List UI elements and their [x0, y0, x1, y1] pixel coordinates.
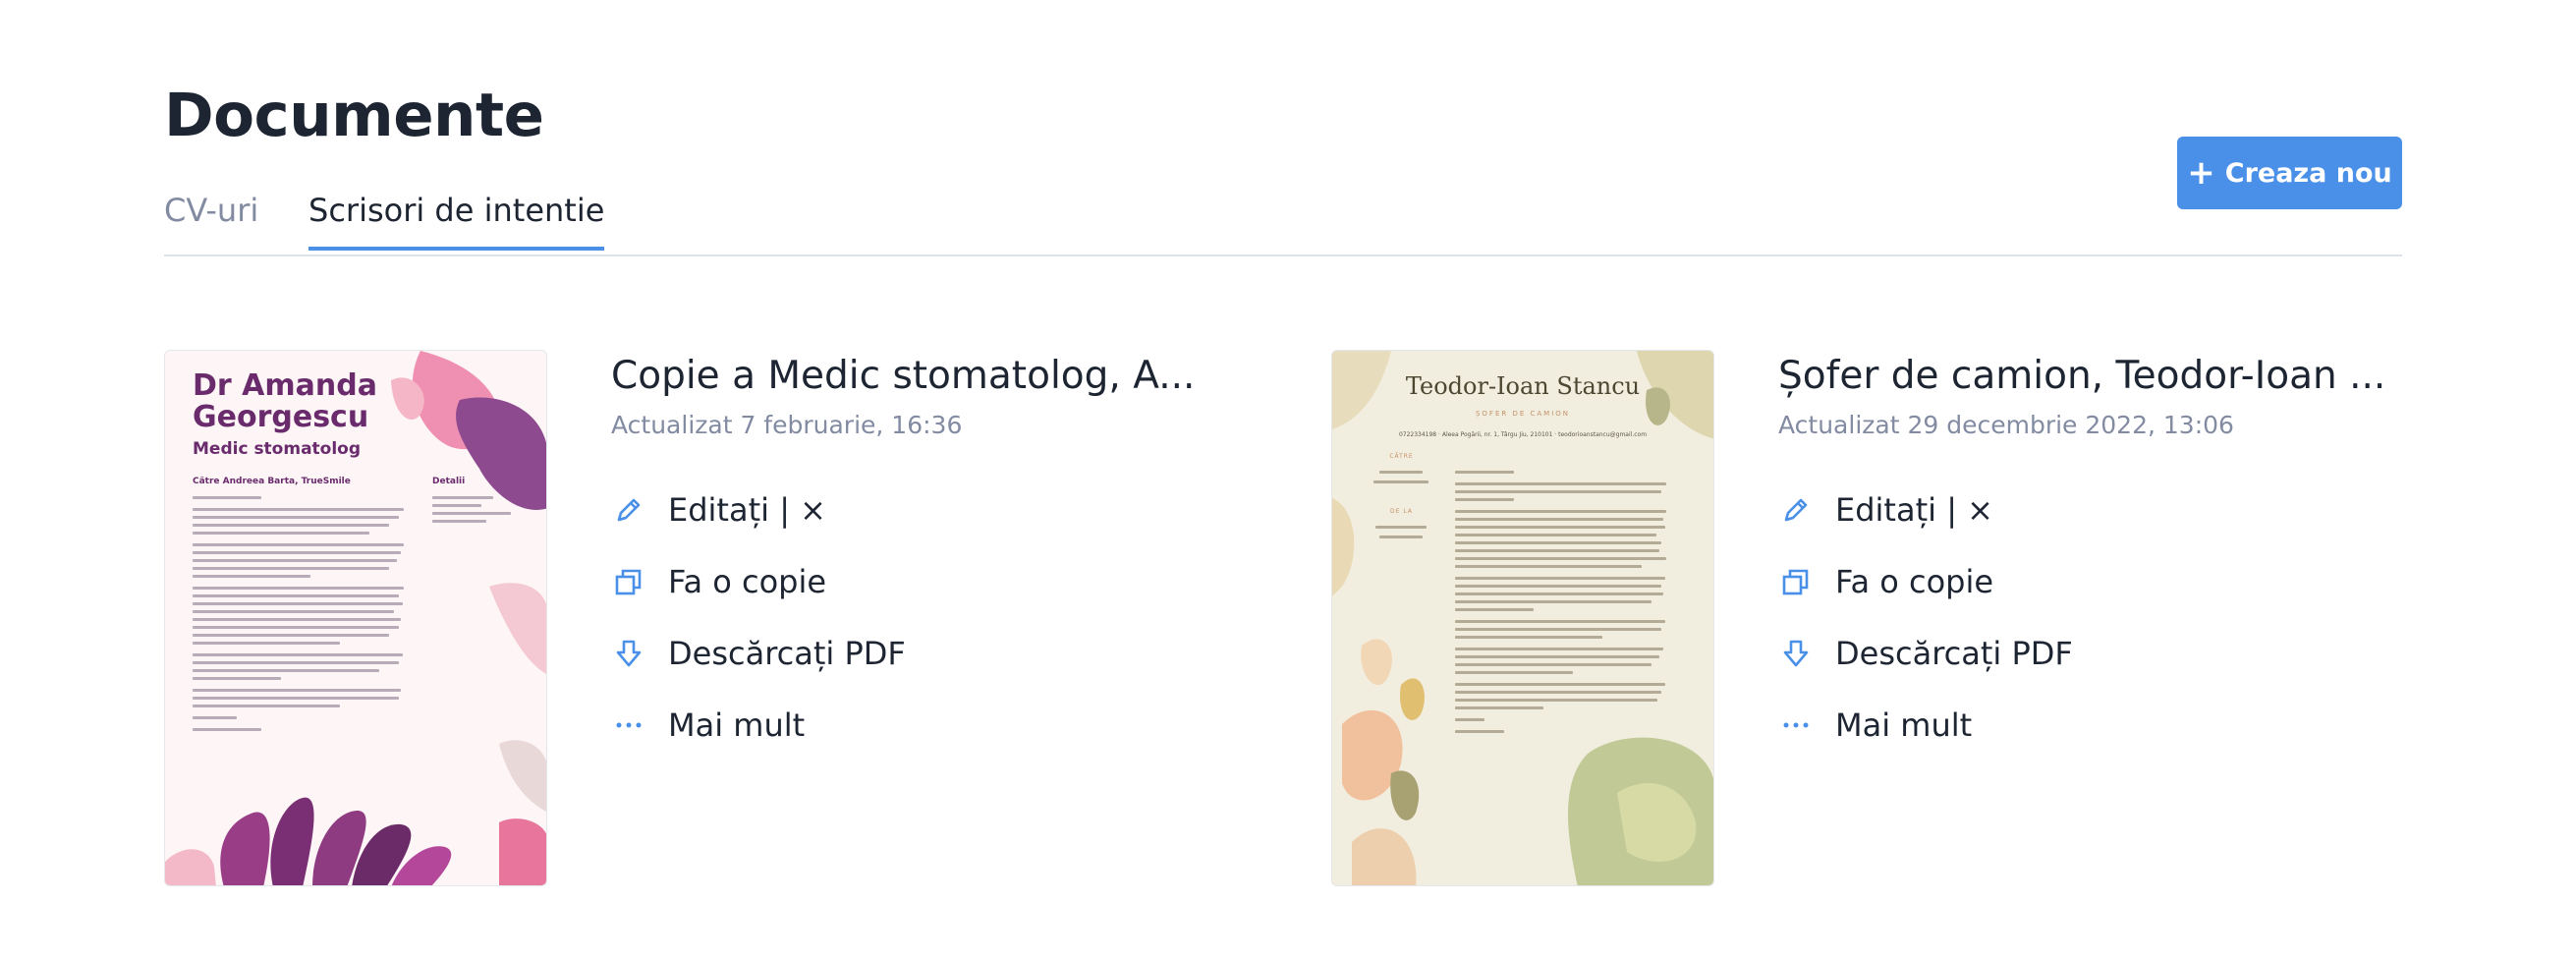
document-updated: Actualizat 29 decembrie 2022, 13:06 [1778, 411, 2234, 439]
document-card: Teodor-Ioan Stancu ȘOFER DE CAMION 07223… [1331, 350, 2412, 890]
pencil-icon [611, 492, 646, 528]
copy-button[interactable]: Fa o copie [611, 557, 826, 606]
document-thumbnail[interactable]: Teodor-Ioan Stancu ȘOFER DE CAMION 07223… [1331, 350, 1714, 886]
page-title: Documente [164, 81, 544, 150]
document-card: Dr Amanda Georgescu Medic stomatolog Căt… [164, 350, 1245, 890]
edit-button[interactable]: Editați | × [611, 485, 826, 535]
download-label: Descărcați PDF [668, 635, 906, 672]
copy-button[interactable]: Fa o copie [1778, 557, 1993, 606]
thumbnail-to-label: CĂTRE [1389, 453, 1414, 460]
edit-label: Editați | × [1835, 491, 1993, 529]
tab-bar: CV-uri Scrisori de intentie [164, 192, 2402, 256]
thumbnail-recipient: Către Andreea Barta, TrueSmile [193, 477, 351, 486]
more-label: Mai mult [668, 706, 806, 744]
create-new-label: Creaza nou [2224, 157, 2392, 189]
plus-icon: + [2187, 153, 2215, 193]
copy-label: Fa o copie [668, 563, 827, 600]
thumbnail-contact: 0722334198 · Aleea Pogării, nr. 1, Târgu… [1398, 431, 1648, 438]
thumbnail-name: Dr Amanda Georgescu [193, 368, 377, 434]
document-thumbnail[interactable]: Dr Amanda Georgescu Medic stomatolog Căt… [164, 350, 547, 886]
thumbnail-job: Medic stomatolog [193, 439, 362, 459]
download-pdf-button[interactable]: Descărcați PDF [1778, 629, 2073, 678]
copy-label: Fa o copie [1835, 563, 1994, 600]
document-updated: Actualizat 7 februarie, 16:36 [611, 411, 963, 439]
download-icon [1778, 636, 1814, 671]
document-title[interactable]: Șofer de camion, Teodor-Ioan ... [1778, 354, 2385, 398]
thumbnail-details: Detalii [432, 477, 466, 486]
tab-cv[interactable]: CV-uri [164, 192, 258, 247]
copy-icon [611, 564, 646, 599]
documents-page: Documente + Creaza nou CV-uri Scrisori d… [164, 0, 2402, 959]
edit-label: Editați | × [668, 491, 826, 529]
download-icon [611, 636, 646, 671]
pencil-icon [1778, 492, 1814, 528]
more-label: Mai mult [1835, 706, 1973, 744]
dots-icon [611, 707, 646, 743]
thumbnail-job: ȘOFER DE CAMION [1475, 410, 1571, 418]
edit-button[interactable]: Editați | × [1778, 485, 1993, 535]
document-title[interactable]: Copie a Medic stomatolog, A... [611, 354, 1195, 398]
copy-icon [1778, 564, 1814, 599]
download-pdf-button[interactable]: Descărcați PDF [611, 629, 906, 678]
thumbnail-name: Teodor-Ioan Stancu [1405, 372, 1641, 400]
thumbnail-from-label: DE LA [1390, 508, 1413, 515]
tab-cover-letters[interactable]: Scrisori de intentie [308, 192, 605, 251]
dots-icon [1778, 707, 1814, 743]
download-label: Descărcați PDF [1835, 635, 2073, 672]
more-button[interactable]: Mai mult [1778, 701, 1972, 750]
more-button[interactable]: Mai mult [611, 701, 805, 750]
